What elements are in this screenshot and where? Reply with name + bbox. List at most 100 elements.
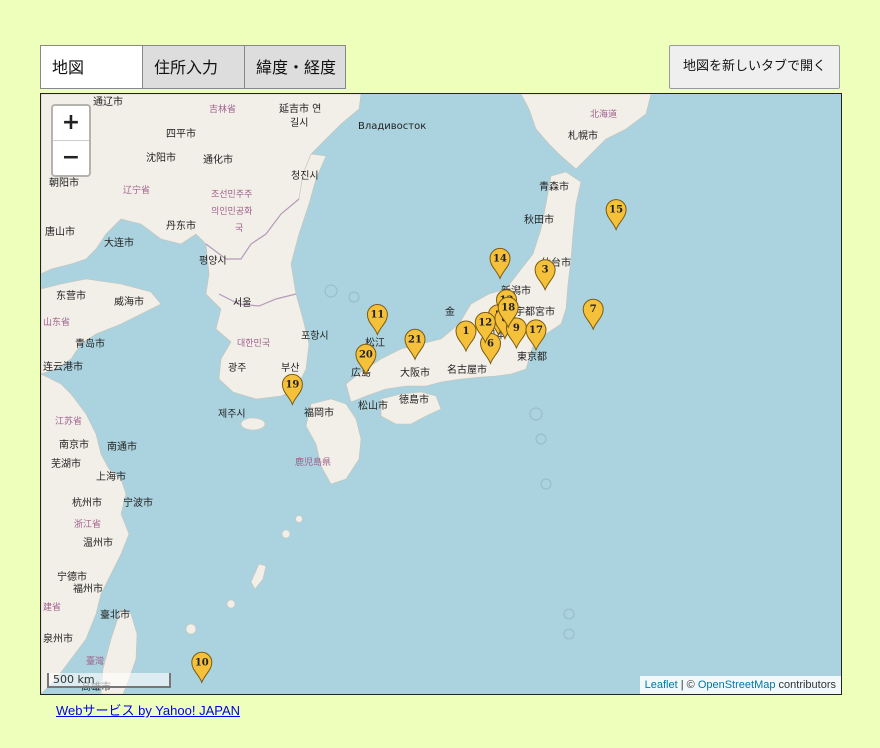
label-matsuyama: 松山市 (358, 399, 388, 412)
tab-map[interactable]: 地図 (40, 45, 142, 89)
label-shandong: 山东省 (43, 316, 70, 328)
map-marker-14[interactable]: 14 (489, 247, 511, 280)
label-yanji: 延吉市 연 (279, 102, 321, 115)
label-shenyang: 沈阳市 (146, 151, 176, 164)
label-quanzhou: 泉州市 (43, 632, 73, 645)
label-dprk-1: 조선민주주 (211, 189, 252, 200)
label-pyongyang: 평양시 (199, 255, 227, 267)
openstreetmap-link[interactable]: OpenStreetMap (698, 679, 776, 691)
tab-bar: 地図 住所入力 緯度・経度 (40, 45, 346, 89)
label-sapporo: 札幌市 (568, 129, 598, 142)
label-aomori: 青森市 (539, 180, 569, 193)
yahoo-web-services-link[interactable]: Webサービス by Yahoo! JAPAN (56, 700, 240, 719)
label-kagoshima: 鹿児島県 (295, 456, 331, 468)
label-chaoyang: 朝阳市 (49, 176, 79, 189)
label-hokkaido: 北海道 (590, 108, 617, 120)
map-marker-15[interactable]: 15 (605, 199, 627, 232)
izu-islet (529, 407, 543, 421)
map-base-layer: 通辽市 延吉市 연 吉林省 길시 Владивосток 札幌市 北海道 四平市… (41, 94, 652, 694)
label-vladivostok: Владивосток (358, 121, 426, 132)
oki-islet (348, 291, 360, 303)
label-kanazawa: 金 (445, 305, 455, 318)
open-map-new-tab-button[interactable]: 地図を新しいタブで開く (669, 45, 840, 89)
attribution-suffix: contributors (775, 679, 836, 691)
map-attribution: Leaflet | © OpenStreetMap contributors (639, 676, 841, 694)
map-marker-11[interactable]: 11 (366, 304, 388, 336)
label-taipei: 臺北市 (100, 608, 130, 621)
ogasawara-islet (563, 608, 575, 620)
zoom-in-button[interactable]: + (53, 106, 89, 141)
label-seoul: 서울 (233, 297, 251, 309)
label-south-korea: 대한민국 (237, 338, 270, 349)
label-busan: 부산 (281, 362, 299, 374)
label-nagoya: 名古屋市 (447, 363, 487, 376)
label-jilin-province: 吉林省 (209, 103, 236, 115)
marker-number: 3 (542, 265, 549, 276)
zoom-control: + − (51, 104, 91, 177)
label-akita: 秋田市 (524, 213, 554, 226)
label-weihai: 威海市 (114, 295, 144, 308)
map-marker-19[interactable]: 19 (281, 373, 303, 406)
ryukyu-islet (281, 529, 291, 539)
map-marker-7[interactable]: 7 (582, 298, 604, 331)
okinawa-island (250, 563, 267, 590)
label-qingdao: 青岛市 (75, 337, 105, 350)
marker-number: 12 (478, 317, 492, 328)
label-shanghai: 上海市 (96, 470, 126, 483)
label-zhejiang: 浙江省 (74, 518, 101, 530)
label-nantong: 南通市 (107, 440, 137, 453)
leaflet-link[interactable]: Leaflet (645, 679, 678, 691)
label-fuzhou: 福州市 (73, 582, 103, 595)
label-tongliao: 通辽市 (93, 95, 123, 108)
marker-number: 9 (513, 323, 520, 334)
label-lianyungang: 连云港市 (43, 360, 83, 373)
label-dalian: 大连市 (104, 236, 134, 249)
label-taiwan: 臺灣 (86, 655, 104, 667)
label-tokyo: 東京都 (517, 350, 547, 363)
label-jilin-city: 길시 (290, 116, 308, 129)
label-dprk-3: 국 (235, 223, 243, 234)
label-tangshan: 唐山市 (45, 225, 75, 238)
map-view[interactable]: 通辽市 延吉市 연 吉林省 길시 Владивосток 札幌市 北海道 四平市… (40, 93, 842, 695)
oki-islet (324, 284, 338, 298)
attribution-separator: | © (677, 679, 698, 691)
marker-number: 17 (529, 325, 543, 336)
marker-number: 15 (609, 205, 623, 216)
marker-number: 11 (370, 310, 384, 321)
marker-number: 7 (590, 304, 597, 315)
label-chongjin: 청진시 (291, 170, 319, 182)
label-ningde: 宁德市 (57, 570, 87, 583)
tab-address-input[interactable]: 住所入力 (142, 45, 244, 89)
marker-number: 20 (359, 349, 373, 360)
label-nanjing: 南京市 (59, 438, 89, 451)
label-jiangsu: 江苏省 (55, 415, 82, 427)
ryukyu-islet (226, 599, 236, 609)
label-wuhu: 芜湖市 (51, 457, 81, 470)
marker-number: 1 (463, 326, 470, 337)
label-tokushima: 徳島市 (399, 393, 429, 406)
label-gwangju: 광주 (228, 362, 246, 374)
marker-number: 10 (195, 657, 209, 668)
label-dongying: 东营市 (56, 289, 86, 302)
marker-number: 14 (493, 253, 507, 264)
label-fukuoka: 福岡市 (304, 406, 334, 419)
label-dandong: 丹东市 (166, 219, 196, 232)
label-wenzhou: 温州市 (83, 536, 113, 549)
label-jeju: 제주시 (218, 408, 246, 420)
label-liaoning: 辽宁省 (123, 184, 150, 196)
tab-lat-lng[interactable]: 緯度・経度 (244, 45, 346, 89)
marker-number: 19 (285, 379, 299, 390)
ryukyu-islet (185, 623, 197, 635)
label-siping: 四平市 (166, 127, 196, 140)
label-hangzhou: 杭州市 (72, 496, 102, 509)
label-pohang: 포항시 (301, 330, 329, 342)
map-marker-10[interactable]: 10 (191, 651, 213, 684)
izu-islet (540, 478, 552, 490)
marker-number: 6 (487, 338, 494, 349)
ogasawara-islet (563, 628, 575, 640)
scale-bar: 500 km (47, 673, 171, 688)
label-osaka: 大阪市 (400, 366, 430, 379)
zoom-out-button[interactable]: − (53, 141, 89, 175)
label-dprk-2: 의인민공화 (211, 206, 252, 217)
marker-number: 21 (408, 334, 422, 345)
